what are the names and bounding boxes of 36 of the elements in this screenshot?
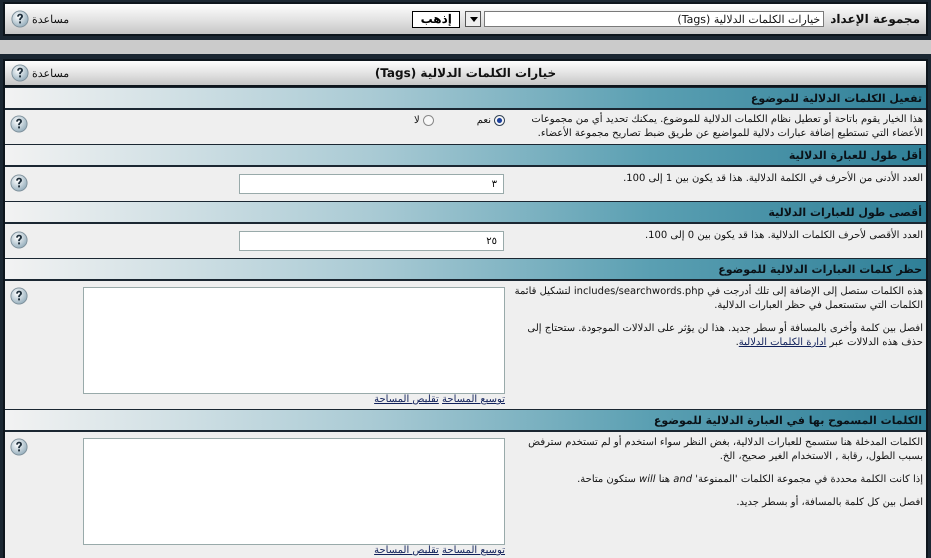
help-icon[interactable] [10, 115, 28, 133]
settings-group-select[interactable]: خيارات الكلمات الدلالية (Tags) [484, 11, 824, 27]
help-icon[interactable] [10, 174, 28, 192]
help-icon[interactable] [11, 64, 29, 82]
description: افصل بين كل كلمة بالمسافة، أو بسطر جديد. [735, 496, 923, 510]
option-label[interactable]: نعم [476, 115, 491, 126]
description: العدد الأدنى من الأحرف في الكلمة الدلالية. هذا قد يكون بين 1 إلى 100. [622, 172, 923, 186]
section-title: حظر كلمات العبارات الدلالية للموضوع [718, 262, 922, 276]
link[interactable]: توسيع المساحة [442, 394, 505, 405]
link[interactable]: توسيع المساحة [442, 545, 505, 556]
section-title: أقصى طول للعبارات الدلالية [768, 206, 922, 218]
help-icon[interactable] [11, 10, 29, 28]
group-label: مجموعة الإعداد [830, 12, 920, 26]
radio-button[interactable] [494, 115, 505, 126]
help-icon[interactable] [10, 287, 28, 305]
section-title: أقل طول للعبارة الدلالية [788, 148, 922, 162]
section-title: الكلمات المسموح بها في العبارة الدلالية للموضوع [654, 414, 922, 426]
help-icon[interactable] [10, 438, 28, 456]
panel-title: خيارات الكلمات الدلالية (Tags) [374, 66, 556, 80]
link[interactable]: تقليص المساحة [374, 394, 439, 405]
help-icon[interactable] [10, 231, 28, 249]
description: افصل بين كلمة وأخرى بالمسافة أو سطر جديد. هذا لن يؤثر على الدلالات الموجودة. ستحتاج إلى حذف هذه الدلالات عبر ادارة الكلمات الدلالية. [526, 322, 923, 350]
radio-button[interactable] [422, 115, 434, 126]
go-button[interactable]: إذهب [412, 10, 460, 28]
link[interactable]: ادارة الكلمات الدلالية [738, 337, 826, 348]
option-label[interactable]: لا [414, 115, 420, 126]
description: هذه الكلمات ستصل إلى الإضافة إلى تلك أدرجت في includes/searchwords.php لتشكيل قائمة الكلمات التي ستستعمل في حظر العبارات الدلالية. [514, 285, 923, 313]
help-link[interactable]: مساعدة [32, 66, 70, 80]
help-link[interactable]: مساعدة [32, 12, 70, 26]
description: العدد الأقصى لأحرف الكلمات الدلالية. هذا قد يكون بين 0 إلى 100. [644, 229, 923, 243]
section-title: تفعيل الكلمات الدلالية للموضوع [750, 92, 922, 104]
description: هذا الخيار يقوم باتاحة أو تعطيل نظام الكلمات الدلالية للموضوع. يمكنك تحديد أي من مجموعات الأعضاء التي تستطيع إضافة عبارات دلالية للمواضيع عن طريق ضبط تصاريح مجموعة الأعضاء. [530, 113, 923, 141]
input-field[interactable]: ٣ [239, 174, 504, 194]
input-field[interactable]: ٢٥ [239, 231, 504, 251]
description: الكلمات المدخلة هنا ستسمح للعبارات الدلالية، بغض النظر سواء استخدم أو لم تستخدم سترفض بسبب الطول، رقابة , الاستخدام الغير صحيح، الخ. [527, 436, 923, 464]
link[interactable]: تقليص المساحة [374, 545, 439, 556]
